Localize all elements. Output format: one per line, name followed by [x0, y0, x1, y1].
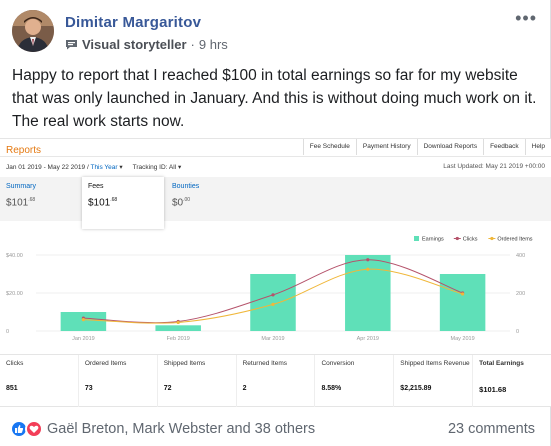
stat-clicks: Clicks 851	[0, 355, 79, 407]
legend-marker-ordered-items	[490, 236, 494, 241]
tab-label: Bounties	[172, 183, 200, 190]
tab-summary: Summary $101.68	[0, 177, 80, 221]
point-clicks	[366, 258, 370, 262]
stat-label: Conversion	[321, 360, 355, 367]
author-name[interactable]: Dimitar Margaritov	[65, 14, 201, 31]
stat-shipped-items: Shipped Items 72	[158, 355, 237, 407]
stat-value: $101.68	[479, 385, 507, 394]
stat-label: Ordered Items	[84, 360, 127, 367]
nav-feedback: Feedback	[483, 139, 525, 155]
stat-conversion: Conversion 8.58%	[315, 355, 395, 407]
report-title: Reports	[6, 145, 42, 156]
stat-returned-items: Returned Items 2	[237, 355, 316, 407]
tab-value: $0.00	[172, 197, 191, 209]
point-ordered-items	[366, 267, 370, 271]
stat-value: 73	[84, 385, 93, 392]
stat-ordered-items: Ordered Items 73	[79, 355, 158, 407]
x-tick-label: Jan 2019	[72, 336, 95, 342]
tracking-id-selector: Tracking ID: All	[132, 164, 177, 171]
tab-bounties: Bounties $0.00	[166, 177, 246, 221]
y-tick-label-right: 0	[516, 329, 519, 335]
tab-value: $101.68	[6, 197, 36, 209]
point-ordered-items	[81, 318, 85, 322]
legend-label-ordered-items: Ordered Items	[497, 237, 532, 243]
report-top-nav: Fee Schedule Payment History Download Re…	[302, 139, 551, 155]
x-tick-label: May 2019	[451, 336, 475, 342]
legend-label-clicks: Clicks	[463, 237, 478, 243]
y-tick-label-left: $20.00	[6, 291, 23, 297]
legend-label-earnings: Earnings	[422, 237, 444, 243]
earnings-chart: $40.00 $20.00 0 400 200 0 Jan 2019 Feb 2019 Mar …	[6, 236, 533, 342]
post-footer: Gaël Breton, Mark Webster and 38 others …	[0, 407, 551, 446]
stat-total-earnings: Total Earnings $101.68	[473, 355, 551, 407]
stat-label: Clicks	[6, 360, 24, 367]
bar-apr-2019	[345, 255, 391, 331]
comments-count[interactable]: 23 comments	[448, 421, 535, 437]
post-meta: Visual storyteller · 9 hrs	[65, 37, 228, 52]
bar-may-2019	[439, 274, 486, 331]
facebook-post: Dimitar Margaritov Visual storyteller · …	[0, 0, 551, 446]
y-tick-label-right: 200	[516, 291, 525, 297]
bar-feb-2019	[155, 325, 201, 331]
y-tick-label-right: 400	[516, 253, 525, 259]
nav-help: Help	[524, 139, 551, 155]
nav-fee-schedule: Fee Schedule	[302, 139, 356, 155]
stat-value: $2,215.89	[400, 385, 432, 392]
post-body: Happy to report that I reached $100 in t…	[12, 67, 537, 130]
more-options-icon[interactable]: •••	[515, 8, 537, 29]
badge-icon	[66, 40, 77, 50]
x-tick-label: Feb 2019	[167, 336, 190, 342]
tab-label: Summary	[6, 183, 36, 190]
report-filters: Jan 01 2019 - May 22 2019 / This Year ▾ …	[6, 163, 181, 171]
chevron-down-icon: ▾	[119, 164, 123, 171]
love-reaction-icon	[25, 420, 43, 438]
nav-download-reports: Download Reports	[416, 139, 483, 155]
report-stats: Clicks 851 Ordered Items 73 Shipped Items 7…	[0, 354, 551, 407]
stat-revenue: Shipped Items Revenue $2,215.89	[394, 355, 474, 407]
x-tick-label: Mar 2019	[261, 336, 284, 342]
point-ordered-items	[176, 320, 180, 325]
point-ordered-items	[461, 292, 465, 296]
last-updated: Last Updated: May 21 2019 +00:00	[443, 163, 545, 170]
date-range: Jan 01 2019 - May 22 2019 /	[6, 164, 89, 171]
period-selector: This Year	[90, 164, 118, 171]
meta-separator: ·	[190, 37, 195, 52]
report-tabs: Summary $101.68 Fees $101.68 Bounties $0…	[0, 177, 551, 229]
nav-payment-history: Payment History	[355, 139, 417, 155]
point-clicks	[271, 293, 275, 297]
x-tick-label: Apr 2019	[357, 336, 379, 342]
chevron-down-icon: ▾	[177, 164, 182, 171]
legend-swatch-earnings	[414, 236, 419, 241]
post-time[interactable]: 9 hrs	[199, 37, 228, 52]
report-screenshot[interactable]: Reports Fee Schedule Payment History Dow…	[0, 138, 551, 407]
stat-value: 8.58%	[321, 385, 342, 392]
point-ordered-items	[271, 302, 275, 306]
report-divider	[0, 156, 551, 157]
tab-label: Fees	[88, 183, 104, 190]
y-tick-label-left: $40.00	[6, 253, 23, 259]
stat-label: Returned Items	[242, 360, 288, 367]
reactor-names[interactable]: Gaël Breton, Mark Webster and 38 others	[47, 421, 315, 437]
stat-value: 2	[242, 385, 247, 392]
stat-label: Total Earnings	[479, 360, 524, 367]
stat-label: Shipped Items	[163, 360, 206, 367]
post-header: Dimitar Margaritov Visual storyteller · …	[10, 8, 541, 58]
stat-value: 72	[163, 385, 172, 392]
legend-marker-clicks	[455, 236, 459, 241]
author-avatar[interactable]	[12, 10, 54, 52]
bar-mar-2019	[250, 274, 296, 331]
badge-label[interactable]: Visual storyteller	[82, 37, 187, 52]
stat-value: 851	[6, 385, 18, 392]
stat-label: Shipped Items Revenue	[400, 360, 470, 367]
tab-value: $101.68	[88, 197, 118, 209]
tab-fees: Fees $101.68	[82, 177, 164, 229]
y-tick-label-left: 0	[6, 329, 9, 335]
bar-jan-2019	[60, 312, 107, 331]
reactions-summary[interactable]: Gaël Breton, Mark Webster and 38 others	[10, 420, 315, 438]
